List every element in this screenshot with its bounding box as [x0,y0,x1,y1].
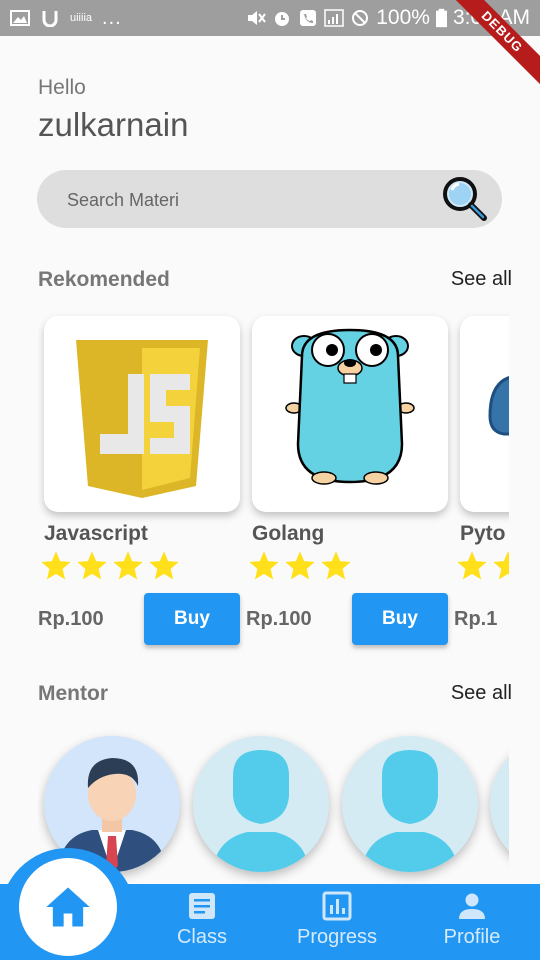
search-bar[interactable] [37,170,502,230]
image-notification-icon [10,10,30,26]
buy-button[interactable]: Buy [352,593,448,645]
star-icon [285,551,315,580]
star-icon [149,551,179,580]
chart-icon [322,891,352,921]
buy-button[interactable]: Buy [144,593,240,645]
person-icon [459,893,485,919]
nav-label-profile: Profile [443,926,501,948]
recommended-title: Rekomended [38,268,170,291]
person-placeholder-icon [193,736,329,872]
course-price: Rp.100 [246,608,312,630]
nav-item-progress[interactable]: Progress [277,890,397,949]
course-name: Golang [252,522,325,545]
home-icon [46,887,90,927]
star-icon [249,551,279,580]
recommended-see-all-link[interactable]: See all [451,268,512,291]
course-name: Pyto [460,522,506,545]
user-name: zulkarnain [38,106,189,143]
mentor-avatar[interactable] [193,736,329,872]
javascript-logo [76,340,208,498]
mute-icon [248,11,267,25]
course-name: Javascript [44,522,148,545]
greeting-hello: Hello [38,76,86,99]
star-icon [321,551,351,580]
mentor-avatar[interactable] [342,736,478,872]
mentor-see-all-link[interactable]: See all [451,682,512,705]
person-placeholder-icon [342,736,478,872]
nav-label-class: Class [176,926,227,948]
u-notification-icon [42,11,58,27]
course-image[interactable] [460,316,509,512]
star-icon [457,551,487,580]
course-price: Rp.100 [38,608,104,630]
course-rating [40,550,180,582]
no-sim-icon [352,10,369,26]
notification-more: ... [102,6,122,29]
nav-label-progress: Progress [296,926,378,948]
nav-item-profile[interactable]: Profile [412,890,532,949]
course-price: Rp.1 [454,608,498,630]
star-icon [77,551,107,580]
course-rating [456,550,509,582]
signal-icon [324,9,344,27]
battery-icon [435,8,447,28]
golang-gopher-logo [285,328,415,485]
star-icon [493,551,509,580]
mentor-title: Mentor [38,682,108,705]
search-icon[interactable] [440,174,490,224]
nav-item-class[interactable]: Class [142,890,262,949]
course-image[interactable] [44,316,240,512]
phone-icon [300,10,317,26]
search-input[interactable] [65,170,449,230]
course-image[interactable] [252,316,448,512]
python-logo [488,376,509,436]
document-icon [189,893,215,919]
clock: 3:02 AM [452,6,530,29]
notification-text: uiiiia [70,12,93,24]
battery-percent: 100% [376,6,430,29]
star-icon [113,551,143,580]
status-bar: uiiiia ... 100% 3:02 AM [0,0,540,36]
star-icon [41,551,71,580]
mentor-avatar[interactable] [490,736,509,872]
course-rating [248,550,352,582]
recommended-carousel[interactable]: Javascript Rp.100 Buy Golang Rp.100 Buy … [38,308,509,653]
alarm-icon [275,12,290,26]
person-placeholder-icon [490,756,509,852]
home-button[interactable] [19,858,117,956]
